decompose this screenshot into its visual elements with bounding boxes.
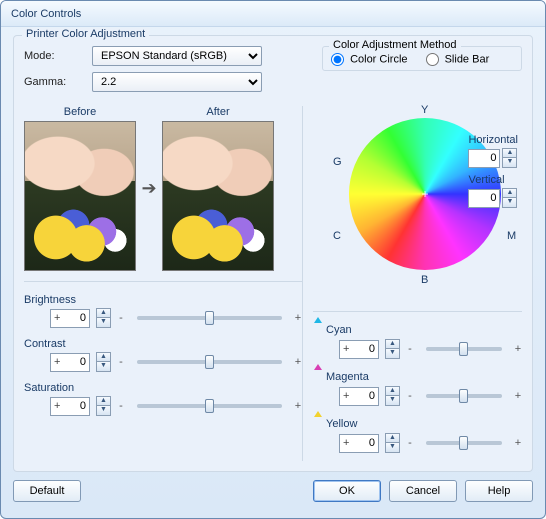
brightness-slider[interactable] xyxy=(137,316,282,320)
brightness-label: Brightness xyxy=(24,294,302,306)
magenta-spinner[interactable]: ▲▼ xyxy=(385,386,400,406)
yellow-label: Yellow xyxy=(326,418,357,430)
arrow-icon: ➔ xyxy=(140,178,158,199)
plus-icon: + xyxy=(294,356,302,368)
titlebar: Color Controls xyxy=(1,1,545,27)
method-title: Color Adjustment Method xyxy=(329,39,461,51)
magenta-label: Magenta xyxy=(326,371,369,383)
minus-icon: - xyxy=(117,356,125,368)
radio-color-circle-input[interactable] xyxy=(331,53,344,66)
contrast-thumb[interactable] xyxy=(205,355,214,369)
vertical-value[interactable]: 0 xyxy=(468,189,500,208)
saturation-label: Saturation xyxy=(24,382,302,394)
horizontal-value[interactable]: 0 xyxy=(468,149,500,168)
mode-select[interactable]: EPSON Standard (sRGB) xyxy=(92,46,262,66)
gamma-select[interactable]: 2.2 xyxy=(92,72,262,92)
minus-icon: - xyxy=(117,312,125,324)
saturation-value[interactable]: +0 xyxy=(50,397,90,416)
plus-icon: + xyxy=(514,437,522,449)
minus-icon: - xyxy=(117,400,125,412)
radio-slide-bar[interactable]: Slide Bar xyxy=(426,53,490,66)
ok-button[interactable]: OK xyxy=(313,480,381,502)
axis-m: M xyxy=(507,230,516,242)
color-controls-dialog: Color Controls Printer Color Adjustment … xyxy=(0,0,546,519)
plus-icon: + xyxy=(294,400,302,412)
minus-icon: - xyxy=(406,390,414,402)
contrast-label: Contrast xyxy=(24,338,302,350)
cyan-spinner[interactable]: ▲▼ xyxy=(385,339,400,359)
window-title: Color Controls xyxy=(11,8,81,20)
minus-icon: - xyxy=(406,343,414,355)
magenta-thumb[interactable] xyxy=(459,389,468,403)
plus-icon: + xyxy=(294,312,302,324)
contrast-value[interactable]: +0 xyxy=(50,353,90,372)
axis-b: B xyxy=(421,274,428,286)
saturation-spinner[interactable]: ▲▼ xyxy=(96,396,111,416)
yellow-thumb[interactable] xyxy=(459,436,468,450)
cyan-slider[interactable] xyxy=(426,347,502,351)
droplet-magenta-icon xyxy=(313,369,322,384)
radio-slide-bar-input[interactable] xyxy=(426,53,439,66)
vertical-label: Vertical xyxy=(468,174,518,186)
contrast-slider[interactable] xyxy=(137,360,282,364)
cancel-button[interactable]: Cancel xyxy=(389,480,457,502)
before-label: Before xyxy=(64,106,96,118)
saturation-slider[interactable] xyxy=(137,404,282,408)
axis-c: C xyxy=(333,230,341,242)
cyan-label: Cyan xyxy=(326,324,352,336)
minus-icon: - xyxy=(406,437,414,449)
default-button[interactable]: Default xyxy=(13,480,81,502)
help-button[interactable]: Help xyxy=(465,480,533,502)
horizontal-label: Horizontal xyxy=(468,134,518,146)
mode-label: Mode: xyxy=(24,50,84,62)
droplet-cyan-icon xyxy=(313,322,322,337)
color-adjustment-method-group: Color Adjustment Method Color Circle Sli… xyxy=(322,46,522,71)
horizontal-spinner[interactable]: ▲▼ xyxy=(502,148,517,168)
saturation-thumb[interactable] xyxy=(205,399,214,413)
plus-icon: + xyxy=(514,343,522,355)
brightness-value[interactable]: +0 xyxy=(50,309,90,328)
plus-icon: + xyxy=(514,390,522,402)
cyan-thumb[interactable] xyxy=(459,342,468,356)
radio-color-circle[interactable]: Color Circle xyxy=(331,53,408,66)
magenta-value[interactable]: +0 xyxy=(339,387,379,406)
after-label: After xyxy=(206,106,229,118)
gamma-label: Gamma: xyxy=(24,76,84,88)
yellow-slider[interactable] xyxy=(426,441,502,445)
droplet-yellow-icon xyxy=(313,416,322,431)
magenta-slider[interactable] xyxy=(426,394,502,398)
printer-color-adjustment-group: Printer Color Adjustment Mode: EPSON Sta… xyxy=(13,35,533,472)
axis-y: Y xyxy=(421,104,428,116)
group-title: Printer Color Adjustment xyxy=(22,28,149,40)
brightness-spinner[interactable]: ▲▼ xyxy=(96,308,111,328)
vertical-spinner[interactable]: ▲▼ xyxy=(502,188,517,208)
cyan-value[interactable]: +0 xyxy=(339,340,379,359)
contrast-spinner[interactable]: ▲▼ xyxy=(96,352,111,372)
after-image xyxy=(162,121,274,271)
yellow-spinner[interactable]: ▲▼ xyxy=(385,433,400,453)
brightness-thumb[interactable] xyxy=(205,311,214,325)
axis-g: G xyxy=(333,156,342,168)
before-image xyxy=(24,121,136,271)
yellow-value[interactable]: +0 xyxy=(339,434,379,453)
